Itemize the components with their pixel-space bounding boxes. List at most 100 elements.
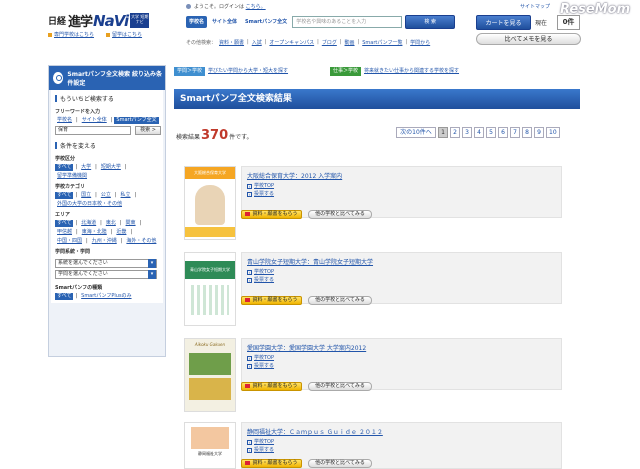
arrow-icon: ›	[247, 439, 252, 445]
area-kyushu[interactable]: 九州・沖縄	[90, 238, 119, 245]
job-to-school-link[interactable]: 仕事＞学校 将来就きたい仕事から関連する学校を探す	[330, 67, 459, 76]
page-6[interactable]: 6	[498, 127, 508, 138]
category-tags: すべて | 国立 | 公立 | 私立 | 外国の大学の日本校・その他	[55, 192, 137, 208]
freeword-input[interactable]: 保育	[55, 126, 131, 135]
school-type-all[interactable]: すべて	[55, 164, 74, 171]
category-all[interactable]: すべて	[55, 192, 74, 199]
search-icon	[53, 72, 64, 84]
school-type-junior[interactable]: 短期大学	[99, 164, 123, 171]
page-3[interactable]: 3	[462, 127, 472, 138]
scope-tag-school[interactable]: 学校名	[55, 117, 74, 124]
vote-link[interactable]: › 投票する	[247, 276, 556, 284]
area-koshinetsu[interactable]: 甲信越	[55, 229, 74, 236]
pamphlet-thumbnail[interactable]: 静岡福祉大学	[184, 422, 236, 469]
vocational-link[interactable]: 専門学校はこちら	[48, 31, 94, 38]
result-title[interactable]: 大阪総合保育大学：2012 入学案内	[247, 171, 556, 180]
area-tohoku[interactable]: 東北	[104, 220, 118, 227]
school-top-link[interactable]: › 学校TOP	[247, 182, 556, 190]
sub-link-docs[interactable]: 資料・願書	[219, 39, 244, 46]
compare-button[interactable]: 他の学校と比べてみる	[308, 296, 372, 305]
study-abroad-link[interactable]: 留学はこちら	[106, 31, 142, 38]
result-title[interactable]: 青山学院女子短期大学：青山学院女子短期大学	[247, 257, 556, 266]
search-input[interactable]: 学校名や興味のあることを入力	[292, 16, 403, 28]
refine-heading: もういちど検索する	[51, 90, 163, 105]
login-link[interactable]: こちら。	[246, 4, 266, 10]
site-logo[interactable]: 日経 進学 NaVi 大学 短期 ナビ	[48, 11, 150, 30]
search-tab-site[interactable]: サイト全体	[209, 16, 240, 28]
pamph-type-plus[interactable]: SmartパンフPlusのみ	[79, 293, 133, 300]
area-overseas[interactable]: 海外・その他	[124, 238, 158, 245]
pamphlet-thumbnail[interactable]: 大阪総合保育大学	[184, 166, 236, 240]
sub-link-blog[interactable]: ブログ	[322, 39, 337, 46]
filter-sidebar: Smartパンフ全文検索 絞り込み条件設定 もういちど検索する フリーワードを入…	[48, 65, 166, 357]
request-docs-button[interactable]: 資料・願書をもらう	[241, 459, 302, 468]
compare-button[interactable]: 他の学校と比べてみる	[308, 210, 372, 219]
search-tab-pamph[interactable]: Smartパンフ全文	[242, 16, 290, 28]
request-docs-button[interactable]: 資料・願書をもらう	[241, 382, 302, 391]
sitemap-link[interactable]: サイトマップ	[520, 3, 550, 10]
sub-link-opencampus[interactable]: オープンキャンパス	[269, 39, 314, 46]
page-8[interactable]: 8	[522, 127, 532, 138]
result-title[interactable]: 愛国学園大学：愛国学園大学 大学案内2012	[247, 343, 556, 352]
page-2[interactable]: 2	[450, 127, 460, 138]
area-kanto[interactable]: 関東	[124, 220, 138, 227]
pamph-type-all[interactable]: すべて	[55, 293, 74, 300]
area-hokkaido[interactable]: 北海道	[79, 220, 98, 227]
result-title[interactable]: 静岡福祉大学：Ｃａｍｐｕｓ Ｇｕｉｄｅ ２０１２	[247, 427, 556, 436]
compare-button[interactable]: 他の学校と比べてみる	[308, 382, 372, 391]
result-actions: 資料・願書をもらう 他の学校と比べてみる	[241, 459, 372, 468]
watermark-logo: ReseMom	[560, 2, 631, 17]
school-top-link[interactable]: › 学校TOP	[247, 268, 556, 276]
page-10[interactable]: 10	[546, 127, 560, 138]
vote-link[interactable]: › 投票する	[247, 446, 556, 454]
scope-tags: 学校名 | サイト全体 | Smartパンフ全文	[55, 117, 159, 124]
sub-link-video[interactable]: 動画	[345, 39, 355, 46]
scope-tag-site[interactable]: サイト全体	[80, 117, 109, 124]
page-4[interactable]: 4	[474, 127, 484, 138]
arrow-icon: ›	[247, 191, 252, 197]
page-7[interactable]: 7	[510, 127, 520, 138]
field-select[interactable]: 学問を選んでください	[55, 270, 157, 279]
page-5[interactable]: 5	[486, 127, 496, 138]
compare-memo-button[interactable]: 比べてメモを見る	[476, 33, 581, 45]
request-docs-button[interactable]: 資料・願書をもらう	[241, 296, 302, 305]
area-chugoku[interactable]: 中国・四国	[55, 238, 84, 245]
results-number: 370	[201, 128, 229, 143]
vote-link[interactable]: › 投票する	[247, 190, 556, 198]
book-icon	[245, 383, 251, 388]
sub-link-pamph-list[interactable]: Smartパンフ一覧	[362, 39, 402, 46]
area-all[interactable]: すべて	[55, 220, 74, 227]
area-tokai[interactable]: 東海・北陸	[80, 229, 109, 236]
request-docs-button[interactable]: 資料・願書をもらう	[241, 210, 302, 219]
sub-link-field[interactable]: 学問から	[410, 39, 430, 46]
sidebar-search-button[interactable]: 検索 >	[135, 126, 161, 135]
area-kinki[interactable]: 近畿	[114, 229, 128, 236]
category-foreign[interactable]: 外国の大学の日本校・その他	[55, 201, 124, 208]
school-type-university[interactable]: 大学	[79, 164, 93, 171]
page-1[interactable]: 1	[438, 127, 448, 138]
freeword-label: フリーワードを入力	[55, 109, 101, 115]
pamphlet-thumbnail[interactable]: Aikoku Gakuen	[184, 338, 236, 412]
result-actions: 資料・願書をもらう 他の学校と比べてみる	[241, 296, 372, 305]
school-top-link[interactable]: › 学校TOP	[247, 354, 556, 362]
category-label: 学校カテゴリ	[55, 184, 86, 190]
book-icon	[245, 211, 251, 216]
search-tab-school[interactable]: 学校名	[186, 16, 208, 28]
cart-button[interactable]: カートを見る	[476, 15, 531, 30]
page-9[interactable]: 9	[534, 127, 544, 138]
pamphlet-thumbnail[interactable]: 青山学院女子短期大学	[184, 252, 236, 326]
sub-link-exam[interactable]: 入試	[252, 39, 262, 46]
category-national[interactable]: 国立	[79, 192, 93, 199]
search-button[interactable]: 検 索	[405, 15, 456, 29]
conditions-heading: 条件を変える	[51, 137, 163, 152]
school-type-abroad[interactable]: 留学準備機関	[55, 173, 89, 180]
field-group-select[interactable]: 系統を選んでください	[55, 259, 157, 268]
category-private[interactable]: 私立	[119, 192, 133, 199]
school-top-link[interactable]: › 学校TOP	[247, 438, 556, 446]
field-to-school-link[interactable]: 学問＞学校 学びたい学問から大学・短大を探す	[174, 67, 288, 76]
vote-link[interactable]: › 投票する	[247, 362, 556, 370]
compare-button[interactable]: 他の学校と比べてみる	[308, 459, 372, 468]
next-page-button[interactable]: 次の10件へ	[396, 127, 436, 138]
scope-tag-pamph[interactable]: Smartパンフ全文	[114, 117, 159, 124]
category-public[interactable]: 公立	[99, 192, 113, 199]
